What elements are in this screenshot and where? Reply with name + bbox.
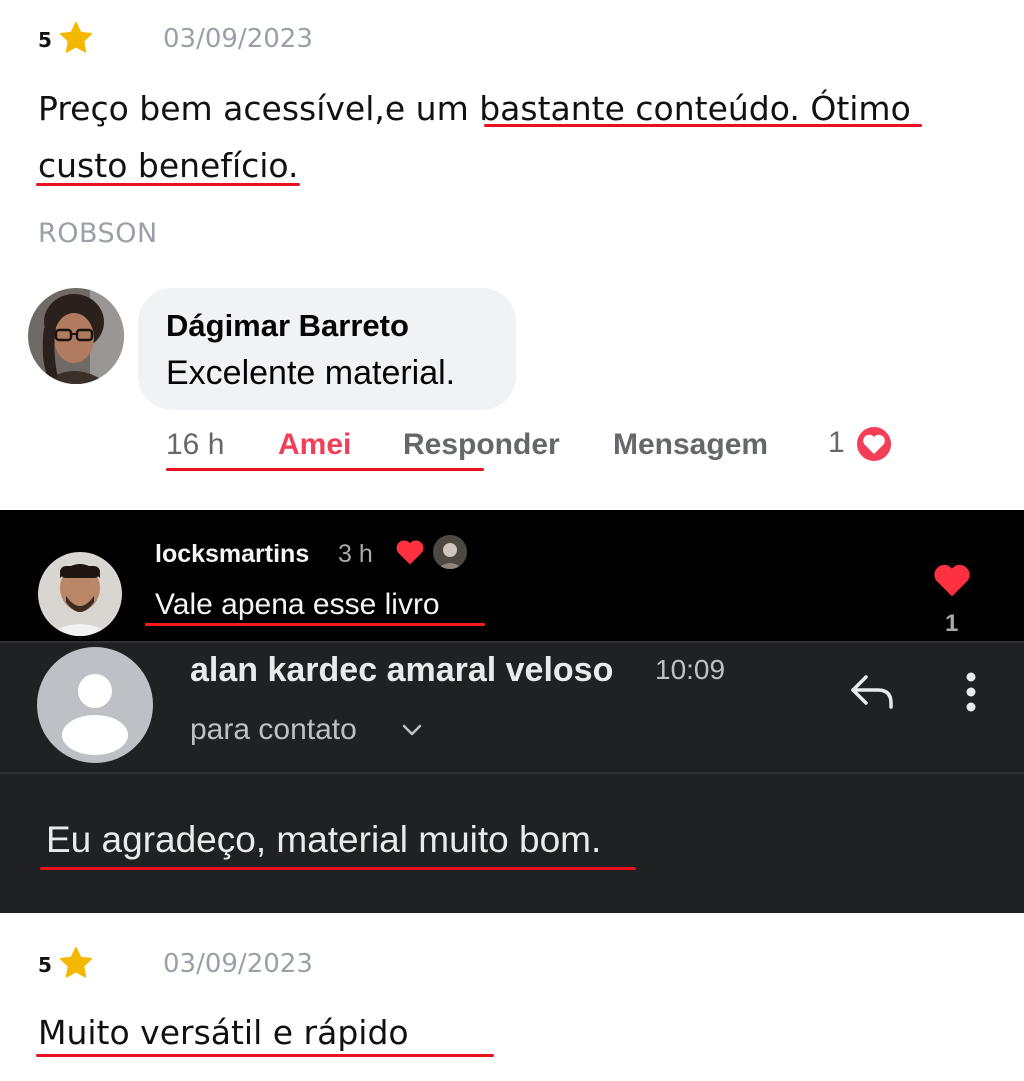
email-time: 10:09 (655, 654, 726, 685)
sender-avatar[interactable] (37, 647, 153, 763)
username[interactable]: locksmartins (155, 540, 309, 569)
comment-text: Vale apena esse livro (155, 588, 440, 621)
annotation-underline (40, 867, 636, 870)
liker-avatar (433, 535, 467, 569)
email-body: Eu agradeço, material muito bom. (46, 819, 602, 860)
divider (0, 772, 1024, 774)
love-reaction-button[interactable]: Amei (278, 428, 351, 462)
email-message: alan kardec amaral veloso 10:09 para con… (0, 641, 1024, 913)
like-heart-icon[interactable] (932, 562, 972, 598)
review-date: 03/09/2023 (163, 949, 313, 979)
review-text-highlighted: bastante conteúdo. Ótimo (479, 89, 911, 128)
comment-time: 3 h (338, 540, 373, 568)
rating-value: 5 (38, 28, 52, 52)
divider (0, 641, 1024, 643)
review-text: Preço bem acessível,e um bastante conteú… (38, 80, 911, 137)
annotation-underline (36, 183, 300, 186)
more-options-icon[interactable] (960, 671, 982, 715)
reviewer-name: ROBSON (38, 218, 158, 249)
chevron-down-icon[interactable] (400, 721, 424, 739)
love-reaction-icon[interactable] (854, 424, 894, 464)
recipient-label[interactable]: para contato (190, 713, 357, 747)
rating-value: 5 (38, 953, 52, 977)
review-date: 03/09/2023 (163, 24, 313, 54)
star-icon (59, 946, 93, 978)
comment-author[interactable]: Dágimar Barreto (166, 308, 409, 344)
annotation-underline (166, 468, 484, 471)
annotation-underline (484, 124, 922, 127)
star-icon (59, 21, 93, 53)
heart-icon (396, 540, 424, 565)
instagram-comment: locksmartins 3 h Vale apena esse livro 1 (0, 510, 1024, 641)
review-text-plain: Preço bem acessível,e um (38, 89, 480, 128)
annotation-underline (145, 623, 485, 626)
review-text: Muito versátil e rápido (38, 1013, 409, 1052)
avatar[interactable] (38, 552, 122, 636)
sender-name[interactable]: alan kardec amaral veloso (190, 651, 613, 690)
avatar[interactable] (28, 288, 124, 384)
annotation-underline (36, 1054, 494, 1057)
reaction-count[interactable]: 1 (828, 426, 845, 460)
like-count: 1 (945, 610, 959, 637)
reply-button[interactable]: Responder (403, 428, 560, 462)
comment-bubble: Dágimar Barreto Excelente material. (138, 288, 516, 410)
reply-icon[interactable] (848, 669, 896, 713)
comment-time: 16 h (166, 428, 225, 461)
message-button[interactable]: Mensagem (613, 428, 768, 462)
comment-text: Excelente material. (166, 354, 456, 392)
